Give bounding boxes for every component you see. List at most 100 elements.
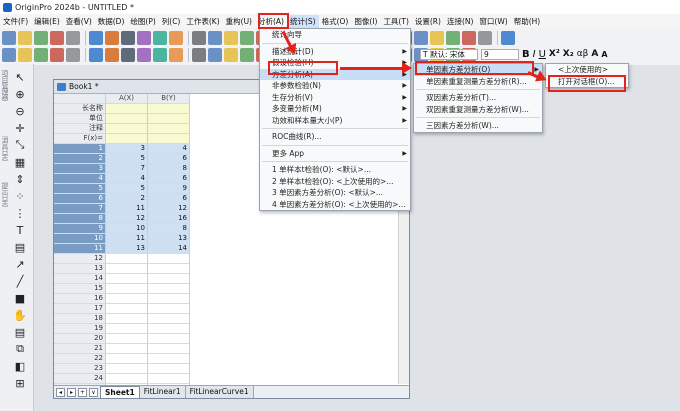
row-number[interactable]: 16 [54, 294, 106, 304]
row-number[interactable]: 18 [54, 314, 106, 324]
menu-9[interactable]: 统计(S) [286, 14, 319, 28]
standard-tool-icon[interactable] [462, 31, 476, 45]
menu-10[interactable]: 格式(O) [319, 15, 352, 28]
row-number[interactable]: 11 [54, 244, 106, 254]
meta-cell[interactable] [148, 104, 190, 114]
tools-tool-icon[interactable] [192, 48, 206, 62]
menu-0[interactable]: 文件(F) [0, 15, 31, 28]
data-cell-b[interactable] [148, 254, 190, 264]
menu-item[interactable]: <上次使用的> [546, 64, 628, 76]
sheet-tab[interactable]: Sheet1 [100, 386, 140, 398]
data-cell-b[interactable]: 9 [148, 184, 190, 194]
standard-tool-icon[interactable] [414, 31, 428, 45]
menu-5[interactable]: 列(C) [159, 15, 184, 28]
meta-cell[interactable] [148, 124, 190, 134]
data-cell-a[interactable]: 4 [106, 174, 148, 184]
row-number[interactable]: 17 [54, 304, 106, 314]
standard-tool-icon[interactable] [446, 31, 460, 45]
data-cell-a[interactable]: 7 [106, 164, 148, 174]
data-cell-b[interactable]: 12 [148, 204, 190, 214]
tools-tool-icon[interactable] [153, 48, 167, 62]
superscript-icon[interactable]: X² [549, 49, 560, 59]
data-cell-a[interactable] [106, 264, 148, 274]
sheet-list-button[interactable]: ∨ [89, 387, 98, 397]
row-number[interactable]: 21 [54, 344, 106, 354]
menu-11[interactable]: 图像(I) [351, 15, 380, 28]
line-tool-icon[interactable]: ╱ [13, 274, 27, 288]
standard-tool-icon[interactable] [169, 31, 183, 45]
standard-tool-icon[interactable] [153, 31, 167, 45]
menu-16[interactable]: 帮助(H) [511, 15, 544, 28]
table-icon[interactable]: ▤ [13, 240, 27, 254]
data-cell-b[interactable]: 13 [148, 234, 190, 244]
menu-12[interactable]: 工具(T) [380, 15, 411, 28]
mask-icon[interactable]: ⋮ [13, 206, 27, 220]
hints-log-label[interactable]: 提示日志 [1, 182, 10, 206]
menu-4[interactable]: 绘图(P) [127, 15, 158, 28]
menu-item[interactable]: 非参数检验(N) ▶ [260, 80, 410, 92]
menu-item[interactable]: 生存分析(V) ▶ [260, 92, 410, 104]
data-cell-b[interactable] [148, 354, 190, 364]
messages-log-label[interactable]: 消息日志 [1, 136, 10, 160]
row-number[interactable]: 20 [54, 334, 106, 344]
font-size-select[interactable]: 9 [481, 48, 519, 60]
tools-tool-icon[interactable] [89, 48, 103, 62]
underline-button[interactable]: U [539, 49, 546, 60]
prev-sheet-button[interactable]: ▸ [67, 387, 76, 397]
standard-tool-icon[interactable] [137, 31, 151, 45]
meta-cell[interactable] [106, 104, 148, 114]
zoom-panel-icon[interactable]: ⊞ [13, 376, 27, 390]
zoom-out-icon[interactable]: ⊖ [13, 104, 27, 118]
meta-cell[interactable] [106, 114, 148, 124]
data-cell-b[interactable]: 4 [148, 144, 190, 154]
data-cell-b[interactable] [148, 374, 190, 384]
data-cell-b[interactable] [148, 274, 190, 284]
menu-1[interactable]: 编辑(E) [31, 15, 63, 28]
row-number[interactable]: 24 [54, 374, 106, 384]
font-smaller-icon[interactable]: A [601, 50, 607, 59]
row-number[interactable]: 8 [54, 214, 106, 224]
first-sheet-button[interactable]: ◂ [56, 387, 65, 397]
menu-item[interactable]: 双因素重复测量方差分析(W)... [414, 104, 542, 116]
crosshair-icon[interactable]: ✛ [13, 121, 27, 135]
standard-tool-icon[interactable] [105, 31, 119, 45]
font-larger-icon[interactable]: A [591, 49, 598, 59]
menu-item[interactable]: 3 单因素方差分析(O): <默认>... [260, 187, 410, 199]
data-cell-a[interactable] [106, 374, 148, 384]
subscript-icon[interactable]: X₂ [563, 49, 574, 59]
tools-tool-icon[interactable] [2, 48, 16, 62]
sheet-tab[interactable]: FitLinearCurve1 [185, 386, 254, 398]
row-number[interactable]: 5 [54, 184, 106, 194]
data-cell-a[interactable]: 5 [106, 154, 148, 164]
data-cell-a[interactable]: 12 [106, 214, 148, 224]
row-number[interactable]: 6 [54, 194, 106, 204]
project-explorer-label[interactable]: 项目管理器 [1, 70, 10, 100]
standard-tool-icon[interactable] [478, 31, 492, 45]
data-cell-a[interactable] [106, 364, 148, 374]
zoom-icon[interactable]: ⊕ [13, 87, 27, 101]
clip-icon[interactable]: ⧉ [13, 342, 27, 356]
data-cell-b[interactable]: 14 [148, 244, 190, 254]
data-cell-a[interactable] [106, 314, 148, 324]
data-cell-a[interactable]: 3 [106, 144, 148, 154]
data-cell-a[interactable] [106, 274, 148, 284]
menu-15[interactable]: 窗口(W) [476, 15, 510, 28]
data-cell-b[interactable]: 8 [148, 164, 190, 174]
menu-item[interactable]: 1 单样本t检验(O): <默认>... [260, 164, 410, 176]
data-cell-b[interactable] [148, 334, 190, 344]
text-tool-icon[interactable]: T [13, 223, 27, 237]
data-cell-b[interactable] [148, 294, 190, 304]
row-number[interactable]: 10 [54, 234, 106, 244]
data-cell-b[interactable] [148, 364, 190, 374]
standard-tool-icon[interactable] [192, 31, 206, 45]
data-cell-b[interactable] [148, 284, 190, 294]
data-cell-a[interactable]: 2 [106, 194, 148, 204]
data-cell-a[interactable]: 13 [106, 244, 148, 254]
standard-tool-icon[interactable] [2, 31, 16, 45]
spreadsheet-icon[interactable]: ▤ [13, 325, 27, 339]
data-cell-b[interactable]: 6 [148, 154, 190, 164]
standard-tool-icon[interactable] [50, 31, 64, 45]
data-cell-a[interactable]: 11 [106, 204, 148, 214]
tools-tool-icon[interactable] [240, 48, 254, 62]
data-cell-a[interactable] [106, 304, 148, 314]
